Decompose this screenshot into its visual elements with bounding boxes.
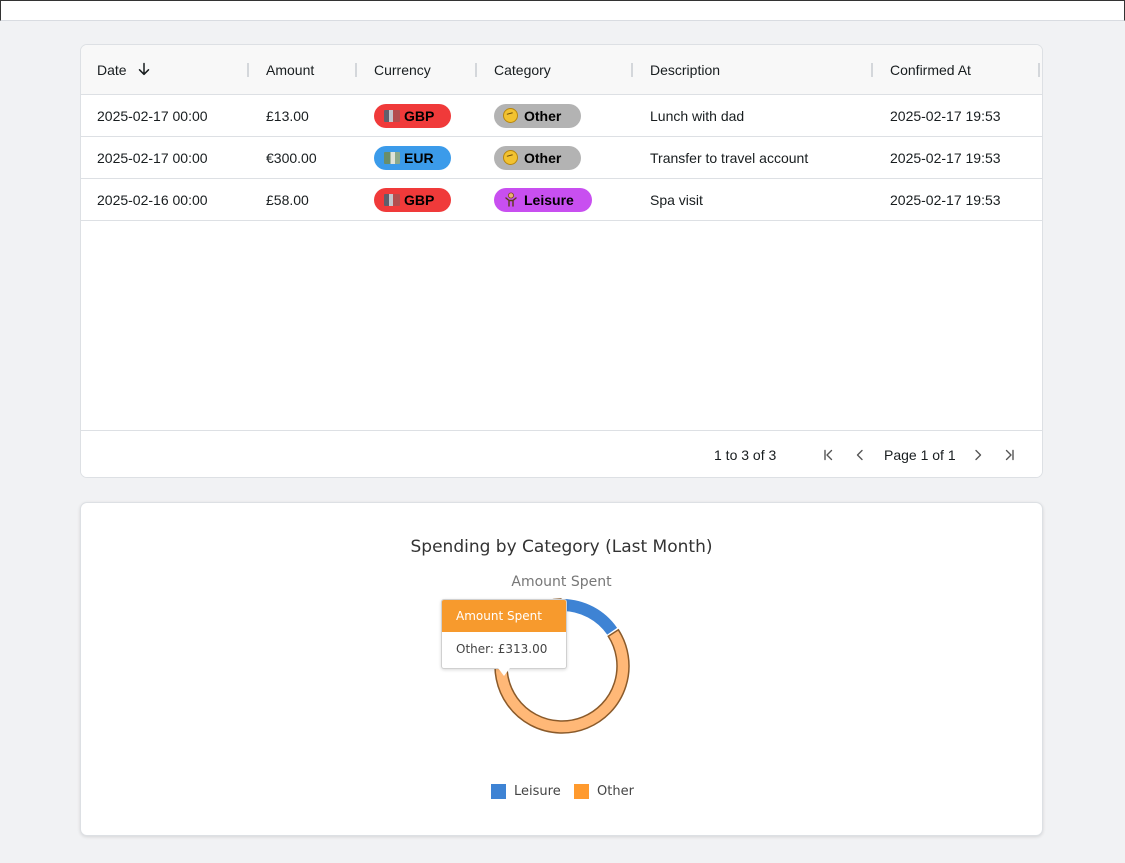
- column-resize-handle[interactable]: [475, 63, 477, 77]
- transactions-table: Date Amount Currency Category Descriptio…: [80, 44, 1043, 478]
- row-count-summary: 1 to 3 of 3: [714, 447, 777, 463]
- currency-badge: GBP: [374, 188, 451, 212]
- tooltip-arrow: [498, 668, 510, 676]
- amount-cell: £13.00: [266, 108, 309, 124]
- last-page-icon[interactable]: [1002, 447, 1018, 463]
- currency-badge: GBP: [374, 104, 451, 128]
- description-cell: Lunch with dad: [650, 108, 745, 124]
- top-bar: [0, 0, 1125, 21]
- category-label: Leisure: [524, 192, 574, 208]
- next-page-icon[interactable]: [970, 447, 986, 463]
- table-row[interactable]: 2025-02-17 00:00 €300.00 EUR Other Trans…: [81, 137, 1042, 179]
- column-header-date[interactable]: Date: [97, 45, 127, 94]
- legend-label: Leisure: [514, 784, 561, 799]
- previous-page-icon[interactable]: [852, 447, 868, 463]
- doughnut-chart[interactable]: [81, 503, 1042, 835]
- amount-cell: £58.00: [266, 192, 309, 208]
- column-header-description[interactable]: Description: [650, 45, 720, 94]
- category-label: Other: [524, 108, 562, 124]
- currency-code: EUR: [404, 150, 434, 166]
- page-indicator: Page 1 of 1: [884, 447, 956, 463]
- category-badge: Other: [494, 146, 581, 170]
- column-header-category[interactable]: Category: [494, 45, 551, 94]
- confirmed-at-cell: 2025-02-17 19:53: [890, 108, 1001, 124]
- first-page-icon[interactable]: [820, 447, 836, 463]
- tooltip-title: Amount Spent: [442, 600, 566, 632]
- chart-tooltip: Amount Spent Other: £313.00: [441, 599, 567, 676]
- table-row[interactable]: 2025-02-16 00:00 £58.00 GBP Leisure Spa …: [81, 179, 1042, 221]
- column-header-currency[interactable]: Currency: [374, 45, 431, 94]
- tooltip-value: Other: £313.00: [456, 642, 548, 656]
- amount-cell: €300.00: [266, 150, 317, 166]
- legend-swatch: [574, 784, 589, 799]
- person-emoji-icon: [505, 192, 517, 207]
- column-header-amount[interactable]: Amount: [266, 45, 314, 94]
- currency-code: GBP: [404, 108, 435, 124]
- uk-flag-icon: [384, 110, 400, 122]
- currency-code: GBP: [404, 192, 435, 208]
- uk-flag-icon: [384, 194, 400, 206]
- column-resize-handle[interactable]: [871, 63, 873, 77]
- pagination-bar: 1 to 3 of 3 Page 1 of 1: [81, 430, 1042, 477]
- currency-badge: EUR: [374, 146, 451, 170]
- category-badge: Other: [494, 104, 581, 128]
- legend-label: Other: [597, 784, 634, 799]
- date-cell: 2025-02-16 00:00: [97, 192, 208, 208]
- column-resize-handle[interactable]: [247, 63, 249, 77]
- description-cell: Spa visit: [650, 192, 703, 208]
- category-badge: Leisure: [494, 188, 592, 212]
- column-header-confirmed-at[interactable]: Confirmed At: [890, 45, 971, 94]
- category-label: Other: [524, 150, 562, 166]
- date-cell: 2025-02-17 00:00: [97, 108, 208, 124]
- confirmed-at-cell: 2025-02-17 19:53: [890, 192, 1001, 208]
- eu-flag-icon: [384, 152, 400, 164]
- legend-swatch: [491, 784, 506, 799]
- table-header: Date Amount Currency Category Descriptio…: [81, 45, 1042, 95]
- face-emoji-icon: [503, 150, 518, 165]
- donut-slice-leisure[interactable]: [562, 599, 618, 635]
- sort-descending-icon[interactable]: [137, 62, 151, 76]
- date-cell: 2025-02-17 00:00: [97, 150, 208, 166]
- column-resize-handle[interactable]: [631, 63, 633, 77]
- column-resize-handle[interactable]: [1038, 63, 1040, 77]
- table-row[interactable]: 2025-02-17 00:00 £13.00 GBP Other Lunch …: [81, 95, 1042, 137]
- face-emoji-icon: [503, 108, 518, 123]
- confirmed-at-cell: 2025-02-17 19:53: [890, 150, 1001, 166]
- column-resize-handle[interactable]: [355, 63, 357, 77]
- spending-chart-card: Spending by Category (Last Month) Amount…: [80, 502, 1043, 836]
- description-cell: Transfer to travel account: [650, 150, 809, 166]
